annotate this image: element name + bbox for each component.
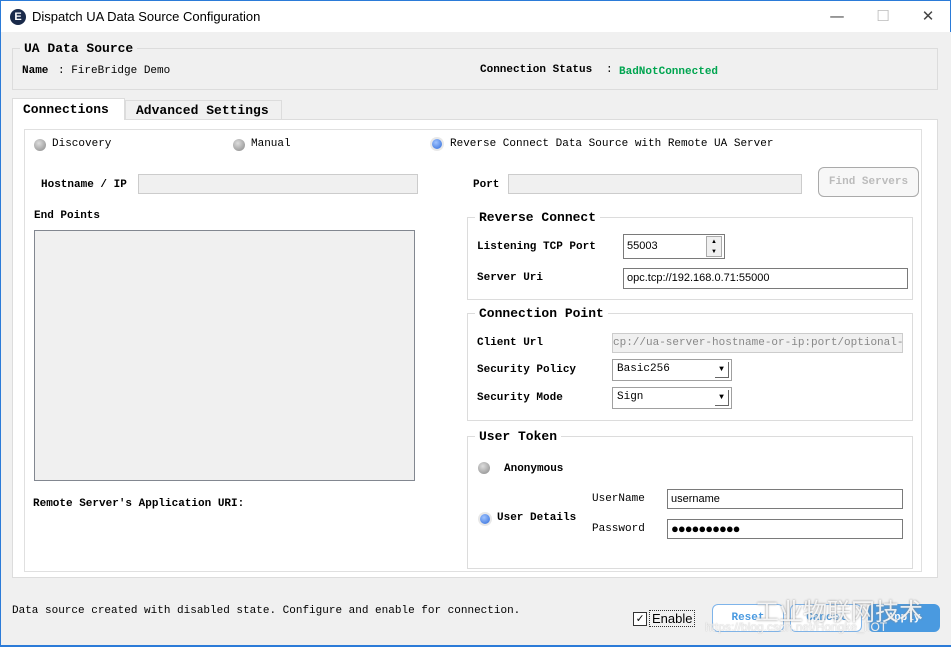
enable-checkbox[interactable]: ✓: [633, 612, 647, 626]
window-title: Dispatch UA Data Source Configuration: [32, 9, 261, 24]
maximize-button[interactable]: ☐: [873, 7, 893, 27]
tab-connections[interactable]: Connections: [12, 98, 125, 120]
server-uri-label: Server Uri: [477, 272, 544, 284]
name-label: Name: [22, 65, 49, 77]
group-legend: User Token: [475, 429, 562, 444]
client-url-input[interactable]: cp://ua-server-hostname-or-ip:port/optio…: [612, 333, 903, 353]
status-message: Data source created with disabled state.…: [12, 605, 521, 617]
find-servers-button[interactable]: Find Servers: [818, 167, 919, 197]
stepper-up-icon[interactable]: ▲: [707, 237, 721, 247]
security-mode-label: Security Mode: [477, 392, 563, 404]
hostname-input[interactable]: [138, 174, 418, 194]
hostname-label: Hostname / IP: [41, 179, 127, 191]
discovery-radio[interactable]: [34, 139, 46, 151]
minimize-button[interactable]: —: [827, 7, 847, 27]
server-uri-input[interactable]: opc.tcp://192.168.0.71:55000: [623, 268, 908, 289]
group-legend: Connection Point: [475, 306, 608, 321]
anonymous-label: Anonymous: [504, 463, 564, 475]
app-icon: E: [10, 9, 26, 25]
chevron-down-icon: ▼: [715, 362, 729, 378]
stepper-down-icon[interactable]: ▼: [707, 247, 721, 257]
tcp-port-stepper[interactable]: 55003 ▲ ▼: [623, 234, 725, 259]
client-url-label: Client Url: [477, 337, 544, 349]
security-policy-value: Basic256: [617, 363, 670, 375]
group-legend: UA Data Source: [20, 41, 138, 56]
username-label: UserName: [592, 493, 645, 505]
security-policy-select[interactable]: Basic256 ▼: [612, 359, 732, 381]
security-mode-select[interactable]: Sign ▼: [612, 387, 732, 409]
group-legend: Reverse Connect: [475, 210, 601, 225]
watermark-url: https://blog.csdn.net/Hongke_IIOT: [705, 620, 888, 634]
reverse-connect-label: Reverse Connect Data Source with Remote …: [450, 138, 774, 150]
security-mode-value: Sign: [617, 391, 644, 403]
port-label: Port: [473, 179, 500, 191]
user-details-label: User Details: [497, 512, 577, 524]
enable-label[interactable]: Enable: [649, 610, 696, 627]
connection-status-value: BadNotConnected: [619, 66, 719, 78]
tcp-port-label: Listening TCP Port: [477, 241, 596, 253]
chevron-down-icon: ▼: [715, 390, 729, 406]
reverse-connect-radio[interactable]: [432, 139, 442, 149]
port-input[interactable]: [508, 174, 802, 194]
tcp-port-value: 55003: [627, 240, 658, 252]
remote-uri-label: Remote Server's Application URI:: [33, 498, 245, 510]
manual-radio[interactable]: [233, 139, 245, 151]
username-input[interactable]: username: [667, 489, 903, 509]
tab-advanced-settings[interactable]: Advanced Settings: [125, 100, 282, 119]
end-points-label: End Points: [34, 210, 101, 222]
discovery-label: Discovery: [52, 138, 112, 150]
close-button[interactable]: ✕: [918, 7, 938, 27]
status-separator: :: [606, 64, 613, 76]
password-label: Password: [592, 523, 645, 535]
end-points-list[interactable]: [34, 230, 415, 481]
window-border: [0, 32, 1, 647]
user-details-radio[interactable]: [480, 514, 490, 524]
title-bar: E Dispatch UA Data Source Configuration …: [0, 0, 951, 32]
manual-label: Manual: [251, 138, 291, 150]
security-policy-label: Security Policy: [477, 364, 577, 376]
checkmark-icon: ✓: [636, 612, 644, 626]
anonymous-radio[interactable]: [478, 462, 490, 474]
password-input[interactable]: ●●●●●●●●●●: [667, 519, 903, 539]
name-value: : FireBridge Demo: [58, 65, 171, 77]
connection-status-label: Connection Status: [480, 64, 593, 76]
